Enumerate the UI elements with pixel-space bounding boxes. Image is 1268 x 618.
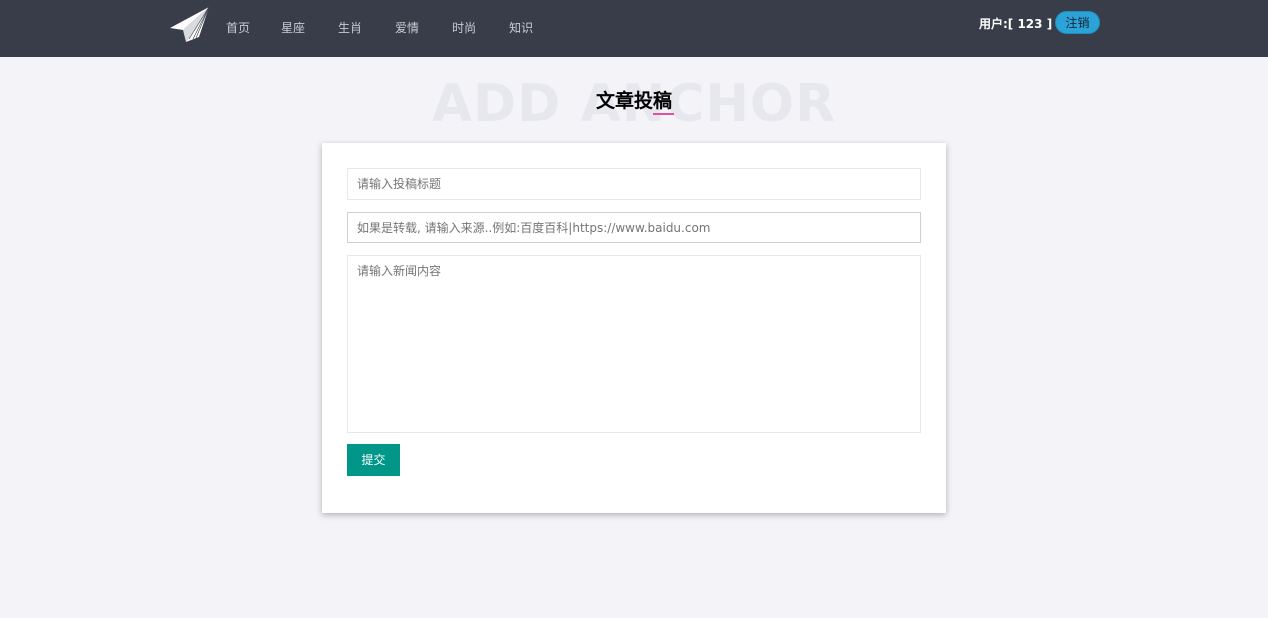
paper-plane-icon[interactable] bbox=[169, 6, 211, 44]
nav-item-fashion[interactable]: 时尚 bbox=[452, 0, 476, 57]
source-input[interactable] bbox=[347, 212, 921, 243]
nav-item-zodiac[interactable]: 生肖 bbox=[338, 0, 362, 57]
nav-item-constellation[interactable]: 星座 bbox=[281, 0, 305, 57]
main-nav: 首页 星座 生肖 爱情 时尚 知识 bbox=[226, 0, 566, 57]
nav-item-home[interactable]: 首页 bbox=[226, 0, 250, 57]
top-nav-bar: 首页 星座 生肖 爱情 时尚 知识 用户:[ 123 ] 注销 bbox=[0, 0, 1268, 57]
content-textarea[interactable] bbox=[347, 255, 921, 433]
title-input[interactable] bbox=[347, 168, 921, 200]
nav-item-knowledge[interactable]: 知识 bbox=[509, 0, 533, 57]
submission-form-card: 提交 bbox=[322, 143, 946, 513]
user-label: 用户:[ 123 ] bbox=[979, 17, 1053, 31]
title-underline bbox=[653, 113, 674, 115]
nav-item-love[interactable]: 爱情 bbox=[395, 0, 419, 57]
page-title: 文章投稿 bbox=[595, 90, 672, 112]
logout-button[interactable]: 注销 bbox=[1055, 11, 1100, 34]
submit-button[interactable]: 提交 bbox=[347, 444, 400, 476]
